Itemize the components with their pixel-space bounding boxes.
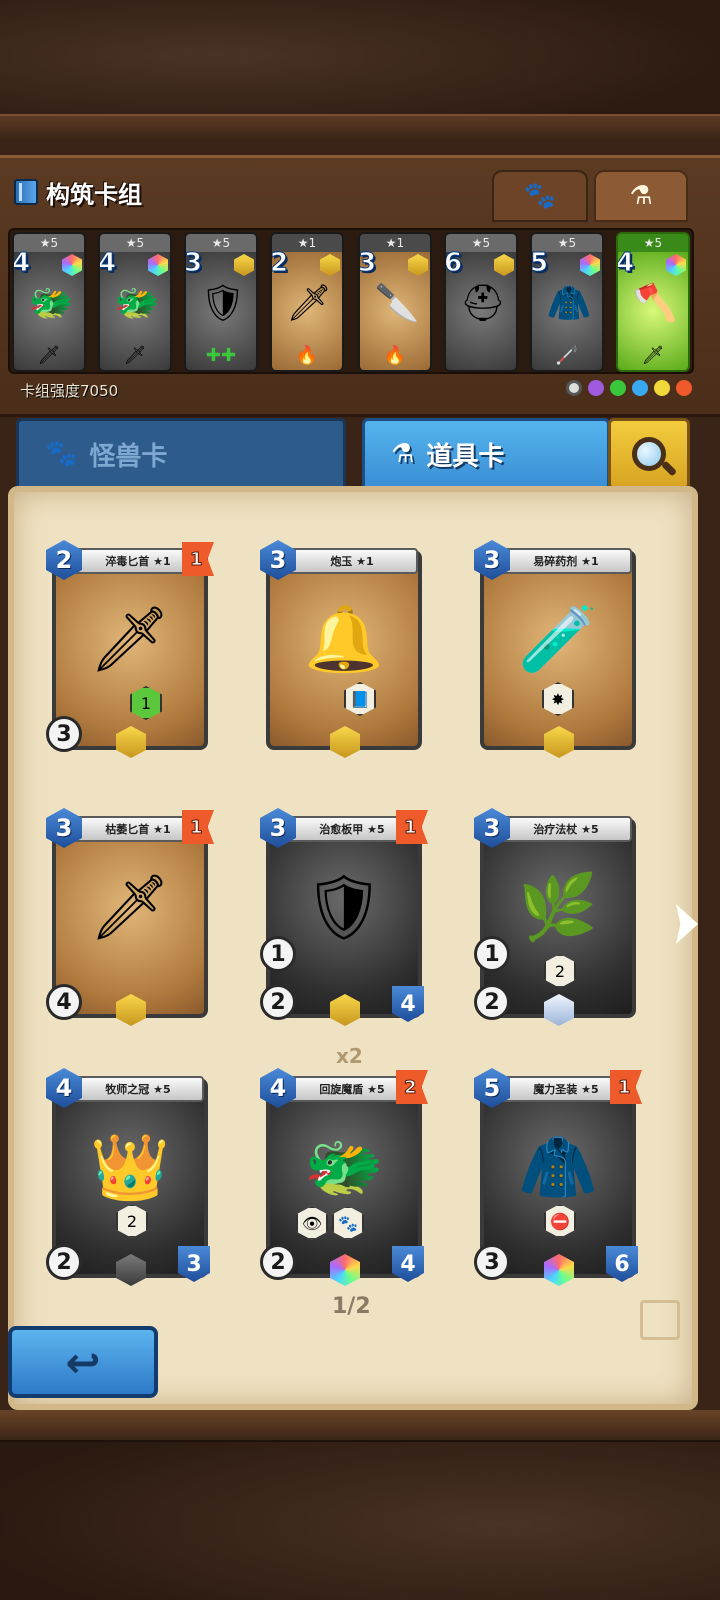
cane-icon: 🦯 — [555, 345, 579, 366]
card-name: 牧师之冠 ★5 — [72, 1076, 204, 1102]
card-flag: 1 — [182, 810, 214, 844]
item-card[interactable]: 枯萎匕首 ★1 3 1 🗡 4 — [46, 806, 214, 1026]
search-button[interactable] — [608, 418, 690, 490]
item-card[interactable]: 治疗法杖 ★5 3 🌿 2 1 2 — [474, 806, 642, 1026]
page-indicator: 1/2 — [332, 1294, 371, 1319]
paw-icon: 🐾 — [45, 439, 78, 469]
item-card[interactable]: 魔力圣装 ★5 5 1 🧥 ⛔ 3 6 — [474, 1066, 642, 1286]
tab-item-cards[interactable]: ⚗ 道具卡 — [362, 418, 610, 490]
tab-item-filter[interactable]: ⚗ — [594, 170, 688, 222]
back-button[interactable]: ↩ — [8, 1326, 158, 1398]
axe-icon: 🪓 — [632, 283, 678, 324]
heal-icon: ✚✚ — [205, 345, 237, 366]
heal-stat: 2 — [260, 984, 296, 1020]
item-card[interactable]: 回旋魔盾 ★5 4 2 🐲 👁 🐾 2 4 — [260, 1066, 428, 1286]
card-flag: 2 — [396, 1070, 428, 1104]
deck-card[interactable]: ★1 3 🔪 🔥 — [358, 232, 432, 372]
green-sword-icon: 🗡 — [286, 283, 332, 324]
flask-icon: ⚗ — [629, 181, 653, 211]
bottom-background — [0, 1410, 720, 1600]
wither-dagger-icon: 🗡 — [89, 870, 171, 945]
item-card[interactable]: 炮玉 ★1 3 🔔 📘 — [260, 538, 428, 758]
deck-card-cost: 3 — [358, 248, 377, 279]
armor-icon: 🛡 — [200, 283, 246, 324]
paw-icon: 🐾 — [523, 181, 557, 211]
tab-monster-cards[interactable]: 🐾 怪兽卡 — [16, 418, 346, 490]
deck-card[interactable]: ★1 2 🗡 🔥 — [270, 232, 344, 372]
deck-title-label: 构筑卡组 — [46, 180, 142, 209]
card-name: 炮玉 ★1 — [286, 548, 418, 574]
card-flag: 1 — [182, 542, 214, 576]
helmet-icon: ⛑ — [460, 283, 506, 324]
book-icon — [14, 179, 38, 205]
healing-staff-icon: 🌿 — [518, 870, 598, 945]
deck-title: 构筑卡组 — [14, 176, 142, 209]
lightning-element-icon — [654, 380, 670, 396]
item-card[interactable]: 淬毒匕首 ★1 2 1 🗡 1 3 — [46, 538, 214, 758]
poison-dagger-icon: 🗡 — [89, 602, 171, 677]
dragon-head-icon: 🐲 — [28, 283, 74, 324]
attack-stat: 1 — [474, 936, 510, 972]
card-name: 易碎药剂 ★1 — [500, 548, 632, 574]
deck-card[interactable]: ★5 4 🪓 🗡 — [616, 232, 690, 372]
deck-card-cost: 3 — [184, 248, 203, 279]
deck-card-cost: 4 — [98, 248, 117, 279]
tab-item-label: 道具卡 — [426, 441, 505, 472]
robe-icon: 🧥 — [546, 283, 592, 324]
heal-stat: 2 — [474, 984, 510, 1020]
jade-bell-icon: 🔔 — [304, 602, 384, 677]
attack-stat: 4 — [46, 984, 82, 1020]
sword-icon: 🗡 — [641, 345, 665, 366]
potion-vial-icon: 🧪 — [518, 602, 598, 677]
duplicate-count: x2 — [336, 1044, 363, 1068]
boomerang-shield-icon: 🐲 — [304, 1130, 384, 1205]
flask-icon: ⚗ — [391, 439, 415, 469]
deck-card[interactable]: ★5 3 🛡 ✚✚ — [184, 232, 258, 372]
heal-stat: 2 — [46, 1244, 82, 1280]
attack-stat: 3 — [46, 716, 82, 752]
deck-card-cost: 5 — [530, 248, 549, 279]
nature-element-icon — [610, 380, 626, 396]
neutral-element-icon — [566, 380, 582, 396]
tab-monster-filter[interactable]: 🐾 — [492, 170, 588, 222]
deck-card-cost: 4 — [12, 248, 31, 279]
fire-icon: 🔥 — [383, 345, 407, 366]
sword-icon: 🗡 — [123, 345, 147, 366]
back-arrow-icon: ↩ — [65, 1337, 101, 1387]
arcane-element-icon — [588, 380, 604, 396]
element-row — [566, 380, 692, 396]
deck-card[interactable]: ★5 6 ⛑ — [444, 232, 518, 372]
corner-ornament — [640, 1300, 680, 1340]
card-flag: 1 — [610, 1070, 642, 1104]
attack-stat: 3 — [474, 1244, 510, 1280]
top-background — [0, 0, 720, 140]
card-name: 治疗法杖 ★5 — [500, 816, 632, 842]
deck-card-cost: 4 — [616, 248, 635, 279]
deck-card-cost: 2 — [270, 248, 289, 279]
deck-card[interactable]: ★5 4 🐲 🗡 — [98, 232, 172, 372]
fire-element-icon — [676, 380, 692, 396]
tab-monster-label: 怪兽卡 — [89, 441, 168, 472]
heal-stat: 1 — [260, 936, 296, 972]
plate-armor-icon: 🛡 — [303, 870, 385, 945]
item-card[interactable]: 易碎药剂 ★1 3 🧪 ✸ — [474, 538, 642, 758]
fire-icon: 🔥 — [295, 345, 319, 366]
dagger-icon: 🔪 — [374, 283, 420, 324]
magnifier-icon — [632, 437, 666, 471]
deck-card[interactable]: ★5 4 🐲 🗡 — [12, 232, 86, 372]
water-element-icon — [632, 380, 648, 396]
deck-strength: 卡组强度7050 — [20, 382, 119, 400]
dragon-head-icon: 🐲 — [114, 283, 160, 324]
deck-card-cost: 6 — [444, 248, 463, 279]
item-card[interactable]: 治愈板甲 ★5 3 1 🛡 1 2 4 — [260, 806, 428, 1026]
sword-icon: 🗡 — [37, 345, 61, 366]
deck-card[interactable]: ★5 5 🧥 🦯 — [530, 232, 604, 372]
card-flag: 1 — [396, 810, 428, 844]
item-card[interactable]: 牧师之冠 ★5 4 👑 2 2 3 — [46, 1066, 214, 1286]
attack-stat: 2 — [260, 1244, 296, 1280]
